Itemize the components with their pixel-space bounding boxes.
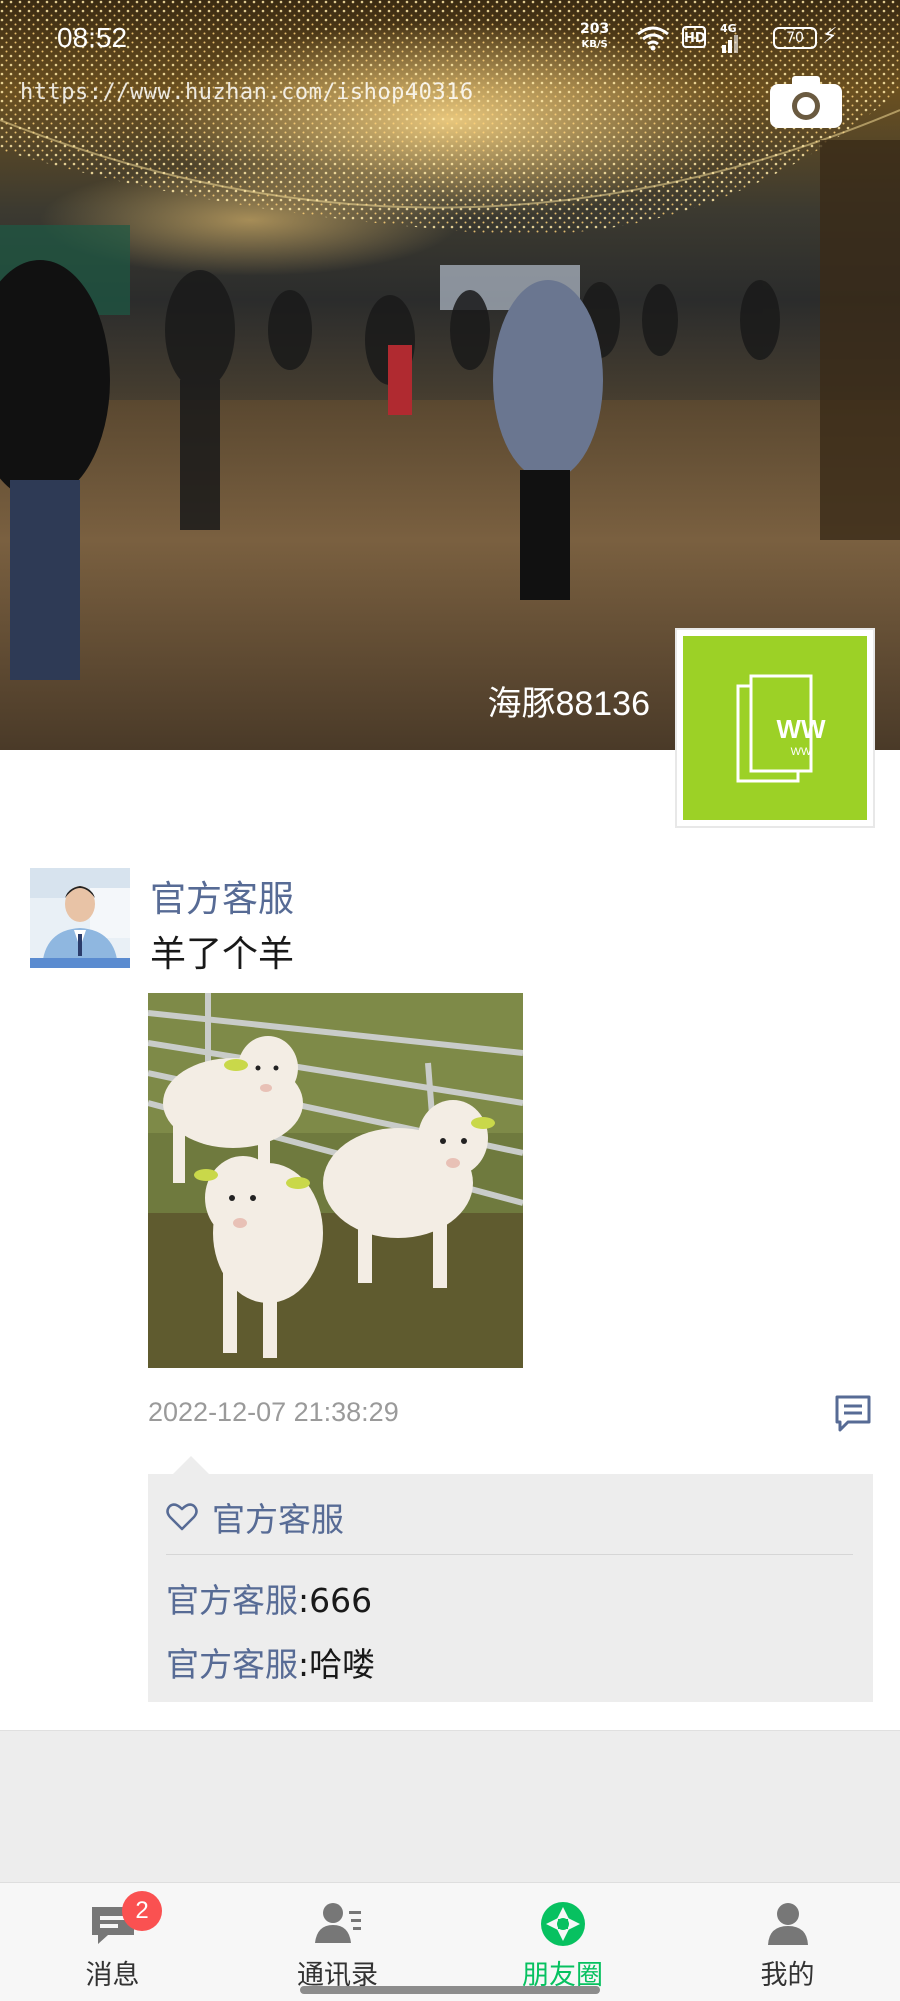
feed-end-area [0, 1730, 900, 1883]
tab-label: 消息 [85, 1960, 140, 1991]
likes-row: 官方客服 [166, 1492, 344, 1542]
battery-icon: 70 [773, 27, 817, 49]
moments-icon [540, 1902, 585, 1946]
unread-badge: 2 [122, 1891, 162, 1931]
bottom-tab-bar: 2 消息 通讯录 朋友圈 我的 [0, 1882, 900, 2001]
comment-text: :哈喽 [298, 1645, 376, 1684]
comment-text: :666 [298, 1581, 373, 1620]
tab-messages[interactable]: 2 消息 [0, 1883, 225, 2001]
post-content: 羊了个羊 [150, 934, 295, 975]
cover-avatar[interactable]: WW WW [675, 628, 875, 828]
comment-icon[interactable] [834, 1394, 872, 1434]
network-speed-unit: KB/S [581, 39, 608, 50]
tab-label: 我的 [760, 1960, 815, 1991]
likes-comments-panel: 官方客服 官方客服:666 官方客服:哈喽 [148, 1456, 873, 1702]
post-image[interactable] [148, 993, 523, 1368]
avatar-logo: WW WW [683, 636, 867, 820]
camera-icon[interactable] [768, 74, 844, 130]
contacts-icon [314, 1903, 361, 1943]
post-timestamp: 2022-12-07 21:38:29 [148, 1397, 399, 1427]
cellular-type: 4G [720, 22, 737, 35]
network-speed-value: 203 [580, 21, 610, 37]
panel-divider [166, 1554, 853, 1555]
network-speed: 203 KB/S [580, 22, 609, 52]
tab-contacts[interactable]: 通讯录 [225, 1883, 450, 2001]
avatar-logo-text: WW [776, 714, 826, 744]
avatar-logo-subtext: WW [790, 746, 812, 758]
status-bar: 08:52 203 KB/S HD 4G 70 ⚡ [0, 0, 900, 80]
tab-moments[interactable]: 朋友圈 [450, 1883, 675, 2001]
hd-icon: HD [682, 26, 706, 48]
comment-author[interactable]: 官方客服 [166, 1581, 298, 1620]
cellular-signal-icon: 4G [720, 22, 740, 56]
charging-icon: ⚡ [822, 24, 838, 49]
comment-item[interactable]: 官方客服:666 [166, 1574, 372, 1622]
cover-nickname: 海豚88136 [487, 685, 650, 723]
post-author-name[interactable]: 官方客服 [150, 870, 294, 922]
comment-author[interactable]: 官方客服 [166, 1645, 298, 1684]
watermark-url: https://www.huzhan.com/ishop40316 [20, 80, 474, 105]
post-author-avatar[interactable] [30, 868, 130, 968]
home-indicator[interactable] [300, 1986, 600, 1994]
heart-icon [166, 1503, 198, 1531]
like-user-name[interactable]: 官方客服 [212, 1493, 344, 1541]
panel-arrow [173, 1456, 209, 1474]
wifi-icon [637, 26, 669, 51]
status-time: 08:52 [57, 22, 128, 53]
profile-icon [767, 1903, 808, 1945]
tab-me[interactable]: 我的 [675, 1883, 900, 2001]
comment-item[interactable]: 官方客服:哈喽 [166, 1638, 375, 1686]
